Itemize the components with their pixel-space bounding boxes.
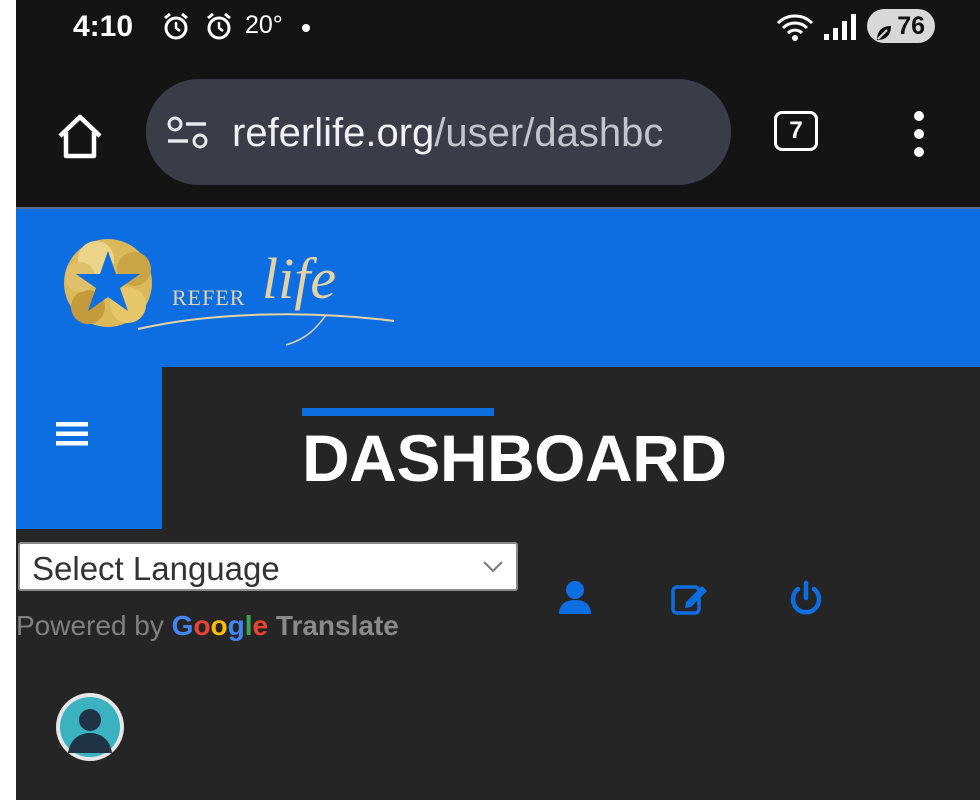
edit-icon[interactable]	[670, 580, 710, 621]
site-header: Refer life	[16, 207, 980, 367]
battery-saver-icon	[875, 17, 893, 51]
url-domain: referlife.org	[232, 111, 435, 155]
home-icon[interactable]	[54, 110, 106, 167]
url-path: /user/dashbc	[434, 111, 664, 155]
battery-level: 76	[897, 12, 925, 40]
alarm-icon	[162, 11, 190, 46]
status-temperature: 20°	[245, 11, 283, 39]
url-text[interactable]: referlife.org/user/dashbc	[232, 109, 712, 157]
referlife-logo[interactable]: Refer life	[56, 229, 396, 354]
title-accent-bar	[302, 408, 494, 416]
signal-icon	[822, 12, 860, 47]
language-select-value: Select Language	[32, 550, 280, 587]
chevron-down-icon	[482, 560, 504, 579]
sidebar-toggle[interactable]	[16, 367, 162, 529]
logo-swoosh-icon	[137, 313, 395, 346]
avatar-icon[interactable]	[56, 693, 124, 761]
hamburger-menu-icon[interactable]	[56, 420, 88, 453]
screen-left-border	[0, 0, 16, 800]
language-select[interactable]: Select Language	[18, 542, 518, 591]
more-vert-icon[interactable]	[909, 110, 929, 165]
wifi-icon	[776, 14, 814, 47]
tab-switcher-icon[interactable]: 7	[774, 111, 818, 151]
user-icon[interactable]	[558, 580, 592, 621]
alarm-icon	[205, 11, 233, 46]
translate-text: Translate	[275, 610, 399, 641]
power-icon[interactable]	[788, 580, 824, 623]
powered-by-text: Powered by	[16, 610, 164, 641]
status-bar: 4:10 20° 76	[16, 0, 980, 55]
tab-count: 7	[789, 117, 803, 144]
dot-icon	[302, 24, 310, 32]
phone-screen: 4:10 20° 76 referlife.org/user/dashbc 7 …	[16, 0, 980, 800]
google-logo-text[interactable]: Google	[172, 610, 268, 641]
battery-indicator: 76	[867, 9, 935, 43]
page-title: DASHBOARD	[302, 421, 727, 495]
google-translate-credit: Powered by Google Translate	[16, 610, 399, 642]
address-bar[interactable]: referlife.org/user/dashbc	[146, 79, 731, 185]
status-time: 4:10	[73, 10, 134, 43]
site-settings-icon[interactable]	[166, 115, 210, 156]
browser-toolbar: referlife.org/user/dashbc 7	[16, 55, 980, 207]
